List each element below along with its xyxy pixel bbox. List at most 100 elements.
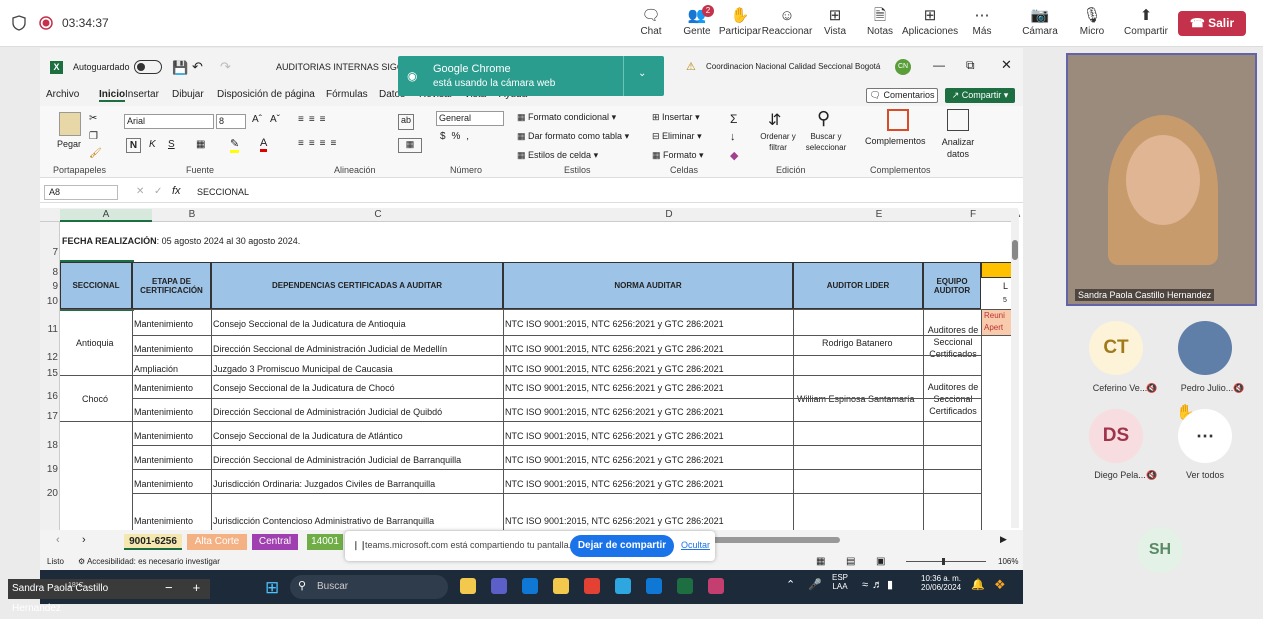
dependencia-cell[interactable]: Consejo Seccional de la Judicatura de An… bbox=[213, 319, 499, 329]
accessibility-status[interactable]: ⚙ Accesibilidad: es necesario investigar bbox=[78, 557, 220, 566]
auditor-cell[interactable]: Rodrigo Batanero bbox=[822, 338, 893, 348]
wrap-text-icon[interactable]: ab bbox=[398, 114, 414, 130]
teams-icon[interactable] bbox=[491, 578, 507, 594]
see-all-button[interactable]: ⋯ bbox=[1178, 409, 1232, 463]
mini-meeting-window[interactable]: 18°C Sandra Paola Castillo Hernandez bbox=[8, 579, 150, 614]
mic-tray-icon[interactable]: 🎤 bbox=[808, 578, 822, 591]
row-header[interactable]: 12 bbox=[40, 352, 58, 363]
column-header[interactable]: D bbox=[524, 209, 814, 220]
sort-filter-label[interactable]: Ordenar y filtrar bbox=[758, 131, 798, 153]
header-1[interactable]: ETAPA DE CERTIFICACIÓN bbox=[132, 262, 211, 309]
tab-disposicindepgina[interactable]: Disposición de página bbox=[217, 89, 315, 100]
page-layout-icon[interactable]: ▤ bbox=[846, 556, 855, 567]
tab-insertar[interactable]: Insertar bbox=[125, 89, 159, 100]
search-box[interactable]: ⚲ Buscar bbox=[290, 575, 448, 599]
font-name-select[interactable]: Arial bbox=[124, 114, 214, 129]
norma-cell[interactable]: NTC ISO 9001:2015, NTC 6256:2021 y GTC 2… bbox=[505, 516, 724, 526]
seccional-cell[interactable]: Antioquia bbox=[76, 338, 114, 348]
notifications-bell-icon[interactable]: 🔔 bbox=[971, 578, 985, 591]
participant-avatar[interactable]: DS bbox=[1089, 409, 1143, 463]
toolbar-aplicaciones-button[interactable]: ⊞ Aplicaciones bbox=[902, 6, 958, 37]
row-header[interactable]: 16 bbox=[40, 391, 58, 402]
complements-icon[interactable] bbox=[887, 109, 909, 131]
delete-cells-button[interactable]: ⊟ Eliminar ▾ bbox=[652, 131, 702, 142]
etapa-cell[interactable]: Mantenimiento bbox=[134, 383, 193, 393]
column-header[interactable]: C bbox=[232, 209, 524, 220]
share-button[interactable]: ↗ Compartir ▾ bbox=[945, 88, 1015, 103]
row-header[interactable]: 18 bbox=[40, 440, 58, 451]
toolbar-compartir-button[interactable]: ⬆ Compartir bbox=[1118, 6, 1174, 37]
paste-label[interactable]: Pegar bbox=[57, 139, 81, 149]
norma-cell[interactable]: NTC ISO 9001:2015, NTC 6256:2021 y GTC 2… bbox=[505, 479, 724, 489]
sensitivity-label[interactable]: Coordinacion Nacional Calidad Seccional … bbox=[706, 62, 880, 71]
chrome-icon[interactable] bbox=[584, 578, 600, 594]
italic-button[interactable]: K bbox=[149, 139, 156, 150]
see-all-label[interactable]: Ver todos bbox=[1165, 470, 1245, 480]
toolbar-más-button[interactable]: ⋯ Más bbox=[954, 6, 1010, 37]
confirm-edit-icon[interactable]: ✓ bbox=[154, 186, 162, 197]
etapa-cell[interactable]: Mantenimiento bbox=[134, 516, 193, 526]
row-header[interactable]: 11 bbox=[40, 324, 58, 335]
etapa-cell[interactable]: Mantenimiento bbox=[134, 344, 193, 354]
dependencia-cell[interactable]: Consejo Seccional de la Judicatura de Ch… bbox=[213, 383, 499, 393]
dependencia-cell[interactable]: Dirección Seccional de Administración Ju… bbox=[213, 344, 499, 354]
row-header[interactable]: 7 bbox=[40, 247, 58, 258]
participant-avatar[interactable] bbox=[1178, 321, 1232, 375]
vertical-scrollbar[interactable] bbox=[1011, 210, 1019, 528]
number-icons[interactable]: $%‚ bbox=[440, 131, 475, 142]
column-header[interactable]: B bbox=[152, 209, 232, 220]
close-icon[interactable]: ✕ bbox=[1001, 57, 1012, 73]
camera-notification[interactable]: ◉ Google Chrome está usando la cámara we… bbox=[398, 56, 664, 96]
norma-cell[interactable]: NTC ISO 9001:2015, NTC 6256:2021 y GTC 2… bbox=[505, 319, 724, 329]
comments-button[interactable]: 🗨 Comentarios bbox=[866, 88, 938, 103]
table-format-button[interactable]: ▦ Dar formato como tabla ▾ bbox=[517, 131, 629, 142]
dependencia-cell[interactable]: Jurisdicción Contencioso Administrativo … bbox=[213, 516, 499, 526]
edge-icon[interactable] bbox=[615, 578, 631, 594]
row-header[interactable]: 8 bbox=[40, 267, 58, 278]
mini-window-controls[interactable]: − + bbox=[150, 579, 210, 599]
seccional-cell[interactable]: Chocó bbox=[82, 394, 108, 404]
normal-view-icon[interactable]: ▦ bbox=[816, 556, 825, 567]
cell-styles-button[interactable]: ▦ Estilos de celda ▾ bbox=[517, 150, 598, 161]
clear-icon[interactable]: ◆ bbox=[730, 149, 738, 162]
dependencia-cell[interactable]: Dirección Seccional de Administración Ju… bbox=[213, 455, 499, 465]
prev-sheet-icon[interactable]: ‹ bbox=[56, 534, 60, 546]
font-color-icon[interactable]: A bbox=[260, 137, 268, 152]
function-icon[interactable]: fx bbox=[172, 185, 181, 197]
wifi-volume-battery-icons[interactable]: ≈♬▮ bbox=[862, 578, 897, 591]
toolbar-micro-button[interactable]: 🎙 Micro bbox=[1064, 6, 1120, 37]
stop-sharing-button[interactable]: Dejar de compartir bbox=[570, 535, 674, 557]
find-select-label[interactable]: Buscar y seleccionar bbox=[800, 131, 852, 153]
shrink-font-icon[interactable]: Aˇ bbox=[270, 114, 280, 125]
zoom-slider[interactable] bbox=[906, 558, 986, 565]
dependencia-cell[interactable]: Jurisdicción Ordinaria: Juzgados Civiles… bbox=[213, 479, 499, 489]
column-header[interactable]: E bbox=[814, 209, 944, 220]
norma-cell[interactable]: NTC ISO 9001:2015, NTC 6256:2021 y GTC 2… bbox=[505, 364, 724, 374]
save-icon[interactable]: 💾 bbox=[172, 60, 188, 76]
fill-icon[interactable]: ↓ bbox=[730, 131, 736, 143]
sheet-tab[interactable]: Alta Corte bbox=[187, 534, 247, 550]
cond-format-button[interactable]: ▦ Formato condicional ▾ bbox=[517, 112, 616, 123]
cut-icon[interactable]: ✂ bbox=[89, 113, 97, 124]
column-header[interactable]: F bbox=[944, 209, 1002, 220]
merge-icon[interactable]: ▦ bbox=[398, 138, 422, 153]
underline-button[interactable]: S bbox=[168, 139, 175, 150]
toolbar-cámara-button[interactable]: 📷 Cámara bbox=[1012, 6, 1068, 37]
zoom-level[interactable]: 106% bbox=[998, 557, 1018, 566]
sheet-tab[interactable]: Central bbox=[252, 534, 298, 550]
row-header[interactable]: 17 bbox=[40, 411, 58, 422]
restore-icon[interactable]: ⧉ bbox=[966, 58, 975, 73]
font-size-select[interactable]: 8 bbox=[216, 114, 246, 129]
header-4[interactable]: AUDITOR LIDER bbox=[793, 262, 923, 309]
dependencia-cell[interactable]: Juzgado 3 Promiscuo Municipal de Caucasi… bbox=[213, 364, 499, 374]
clock[interactable]: 10:36 a. m. 20/06/2024 bbox=[921, 574, 961, 592]
undo-icon[interactable]: ↶ bbox=[192, 59, 203, 75]
autosave-toggle[interactable] bbox=[134, 60, 162, 74]
number-format-select[interactable]: General bbox=[436, 111, 504, 126]
etapa-cell[interactable]: Mantenimiento bbox=[134, 479, 193, 489]
tab-archivo[interactable]: Archivo bbox=[46, 89, 79, 100]
next-sheet-icon[interactable]: › bbox=[82, 534, 86, 546]
header-3[interactable]: NORMA AUDITAR bbox=[503, 262, 793, 309]
sheet-tab[interactable]: 9001-6256 bbox=[124, 534, 182, 550]
participant-avatar[interactable]: CT bbox=[1089, 321, 1143, 375]
